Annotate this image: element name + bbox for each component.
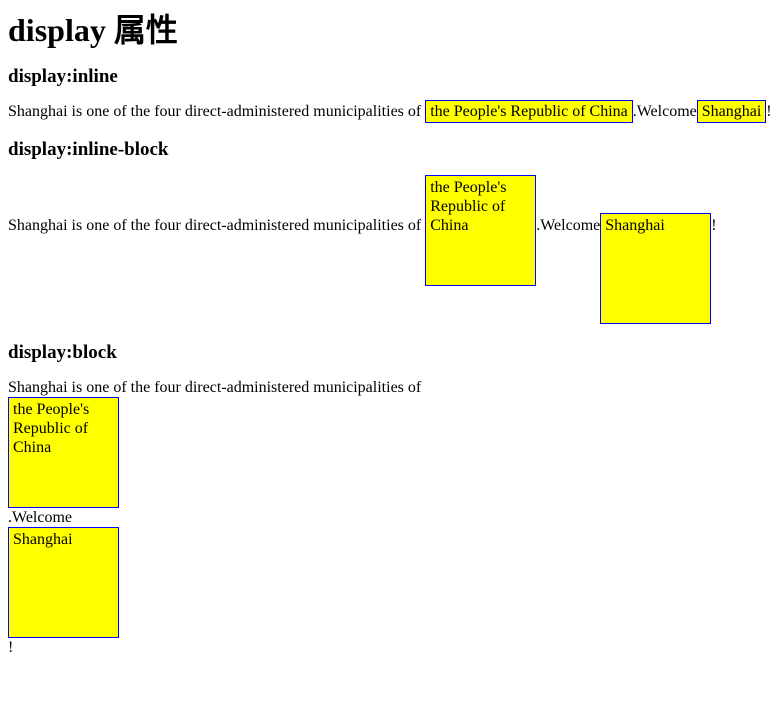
paragraph-lead-text-inline-block: Shanghai is one of the four direct-admin… <box>8 216 426 234</box>
page-title: display 属性 <box>8 12 178 48</box>
demo-paragraph-inline: Shanghai is one of the four direct-admin… <box>8 100 774 124</box>
demo-paragraph-block: Shanghai is one of the four direct-admin… <box>8 378 774 657</box>
paragraph-end-text-inline: ! <box>766 103 772 121</box>
paragraph-end-text-block: ! <box>8 638 14 656</box>
paragraph-middle-text-inline-block: .Welcome <box>536 216 601 234</box>
paragraph-end-text-inline-block: ! <box>711 216 717 234</box>
paragraph-middle-text-block: .Welcome <box>8 508 73 526</box>
highlight-box-country-inline-block: the People's Republic of China <box>425 174 537 286</box>
highlight-box-city-block: Shanghai <box>8 526 119 638</box>
highlight-box-city-inline-block: Shanghai <box>600 212 712 324</box>
paragraph-middle-text-inline: .Welcome <box>632 103 697 121</box>
demo-paragraph-inline-block: Shanghai is one of the four direct-admin… <box>8 174 774 324</box>
page-container: display 属性 display:inline Shanghai is on… <box>0 12 782 657</box>
highlight-box-country-block: the People's Republic of China <box>8 396 119 508</box>
highlight-box-city-inline: Shanghai <box>696 100 767 124</box>
paragraph-lead-text-inline: Shanghai is one of the four direct-admin… <box>8 103 426 121</box>
section-heading-inline: display:inline <box>8 66 118 88</box>
highlight-box-country-inline: the People's Republic of China <box>425 100 633 124</box>
paragraph-lead-text-block: Shanghai is one of the four direct-admin… <box>8 378 422 396</box>
section-heading-block: display:block <box>8 341 117 363</box>
section-heading-inline-block: display:inline-block <box>8 139 169 161</box>
